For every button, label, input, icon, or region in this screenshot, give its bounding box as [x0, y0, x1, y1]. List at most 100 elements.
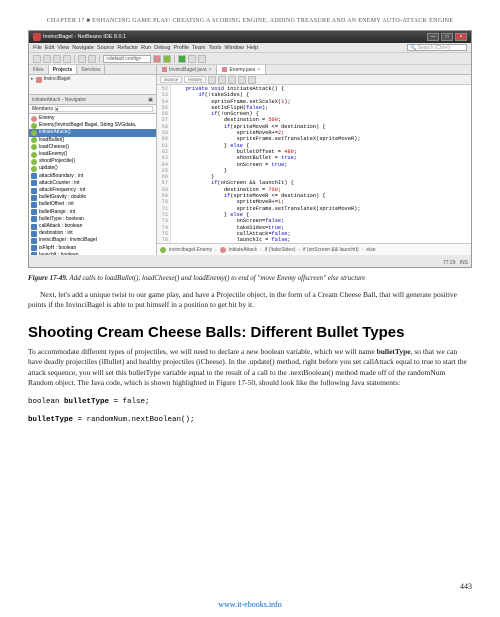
menu-view[interactable]: View: [57, 45, 69, 51]
left-pane: Files Projects Services ▸InvinciBagel in…: [29, 65, 157, 255]
field-icon: [31, 231, 37, 237]
history-view-button[interactable]: History: [184, 76, 206, 83]
new-project-icon[interactable]: [43, 55, 51, 63]
menu-file[interactable]: File: [33, 45, 42, 51]
search-input[interactable]: 🔍 Search (Ctrl+I): [407, 44, 467, 51]
save-all-icon[interactable]: [63, 55, 71, 63]
java-file-icon: [162, 67, 167, 72]
member-item[interactable]: shootProjectile(): [29, 158, 156, 165]
window-title: InvinciBagel - NetBeans IDE 8.0.1: [33, 33, 126, 41]
breadcrumb-item[interactable]: if (!takeSides): [265, 247, 296, 253]
member-item[interactable]: attackCounter : int: [29, 180, 156, 187]
code-area[interactable]: private void initiateAttack() { if(!take…: [171, 85, 471, 243]
new-file-icon[interactable]: [33, 55, 41, 63]
editor-tool-icon[interactable]: [218, 76, 226, 84]
field-icon: [31, 245, 37, 251]
field-icon: [31, 216, 37, 222]
minimize-button[interactable]: —: [427, 33, 439, 41]
field-icon: [31, 180, 37, 186]
member-label: Enemy: [39, 115, 55, 122]
member-item[interactable]: bulletOffset : int: [29, 201, 156, 208]
member-item[interactable]: invinciBagel : InvinciBagel: [29, 237, 156, 244]
editor-tab-enemy[interactable]: Enemy.java×: [217, 65, 266, 74]
menu-refactor[interactable]: Refactor: [117, 45, 138, 51]
field-icon: [31, 224, 37, 230]
member-item[interactable]: attackFrequency : int: [29, 187, 156, 194]
profile-icon[interactable]: [198, 55, 206, 63]
member-item[interactable]: loadCheese(): [29, 144, 156, 151]
member-label: shootProjectile(): [39, 158, 75, 165]
member-label: bulletType : boolean: [39, 216, 84, 223]
member-label: destination : int: [39, 230, 73, 237]
member-item[interactable]: attackBoundary : int: [29, 173, 156, 180]
debug-icon[interactable]: [188, 55, 196, 63]
tab-services[interactable]: Services: [77, 65, 105, 74]
build-icon[interactable]: [153, 55, 161, 63]
editor-tabs: InvinciBagel.java× Enemy.java×: [157, 65, 471, 75]
member-label: Enemy(InvinciBagel Bagel, String SVGdata…: [39, 122, 136, 129]
maximize-button[interactable]: □: [441, 33, 453, 41]
menu-window[interactable]: Window: [224, 45, 244, 51]
member-item[interactable]: Enemy: [29, 115, 156, 122]
member-item[interactable]: loadBullet(): [29, 137, 156, 144]
close-button[interactable]: ×: [455, 33, 467, 41]
run-config-select[interactable]: <default config>: [103, 55, 151, 63]
editor-tool-icon[interactable]: [248, 76, 256, 84]
editor-tool-icon[interactable]: [228, 76, 236, 84]
member-label: invinciBagel : InvinciBagel: [39, 237, 97, 244]
member-label: launchIt : boolean: [39, 252, 78, 255]
footer-link[interactable]: www.it-ebooks.info: [0, 600, 500, 609]
member-item[interactable]: update(): [29, 165, 156, 172]
member-item[interactable]: bulletRange : int: [29, 209, 156, 216]
tab-files[interactable]: Files: [29, 65, 49, 74]
close-tab-icon[interactable]: ×: [257, 65, 260, 75]
menu-edit[interactable]: Edit: [45, 45, 54, 51]
menu-run[interactable]: Run: [141, 45, 151, 51]
project-icon: [36, 77, 42, 83]
page-number: 443: [460, 582, 472, 591]
menu-help[interactable]: Help: [247, 45, 258, 51]
breadcrumb-item[interactable]: else: [366, 247, 375, 253]
menu-tools[interactable]: Tools: [209, 45, 222, 51]
main-toolbar: <default config>: [29, 53, 471, 65]
run-icon[interactable]: [178, 55, 186, 63]
code-editor[interactable]: 5253545556575859606162636465666768697071…: [157, 85, 471, 243]
redo-icon[interactable]: [88, 55, 96, 63]
breadcrumb-item[interactable]: if (onScreen && launchIt): [303, 247, 359, 253]
undo-icon[interactable]: [78, 55, 86, 63]
member-item[interactable]: loadEnemy(): [29, 151, 156, 158]
menu-source[interactable]: Source: [97, 45, 114, 51]
member-label: attackBoundary : int: [39, 173, 83, 180]
method-icon: [31, 152, 37, 158]
members-filter-input[interactable]: ▾: [55, 106, 153, 112]
field-icon: [31, 238, 37, 244]
member-item[interactable]: isFlipH : boolean: [29, 245, 156, 252]
open-icon[interactable]: [53, 55, 61, 63]
breadcrumb-item[interactable]: invincibagel.Enemy: [169, 247, 212, 253]
menu-profile[interactable]: Profile: [173, 45, 189, 51]
project-node[interactable]: ▸InvinciBagel: [31, 76, 154, 83]
member-item[interactable]: callAttack : boolean: [29, 223, 156, 230]
tab-projects[interactable]: Projects: [49, 65, 78, 74]
method-icon: [31, 130, 37, 136]
menu-navigate[interactable]: Navigate: [72, 45, 94, 51]
member-item[interactable]: launchIt : boolean: [29, 252, 156, 255]
editor-tool-icon[interactable]: [208, 76, 216, 84]
member-item[interactable]: Enemy(InvinciBagel Bagel, String SVGdata…: [29, 122, 156, 129]
editor-tool-icon[interactable]: [238, 76, 246, 84]
member-item[interactable]: initiateAttack(): [29, 129, 156, 136]
member-label: bulletOffset : int: [39, 201, 74, 208]
menu-team[interactable]: Team: [192, 45, 205, 51]
clean-build-icon[interactable]: [163, 55, 171, 63]
member-item[interactable]: bulletGravity : double: [29, 194, 156, 201]
member-label: loadCheese(): [39, 144, 69, 151]
menu-debug[interactable]: Debug: [154, 45, 170, 51]
member-item[interactable]: destination : int: [29, 230, 156, 237]
breadcrumb-item[interactable]: initiateAttack: [229, 247, 257, 253]
field-icon: [31, 202, 37, 208]
editor-tab-invincibagel[interactable]: InvinciBagel.java×: [157, 65, 217, 74]
close-tab-icon[interactable]: ×: [209, 65, 212, 75]
source-view-button[interactable]: Source: [160, 76, 182, 83]
member-item[interactable]: bulletType : boolean: [29, 216, 156, 223]
members-list: EnemyEnemy(InvinciBagel Bagel, String SV…: [29, 114, 156, 255]
